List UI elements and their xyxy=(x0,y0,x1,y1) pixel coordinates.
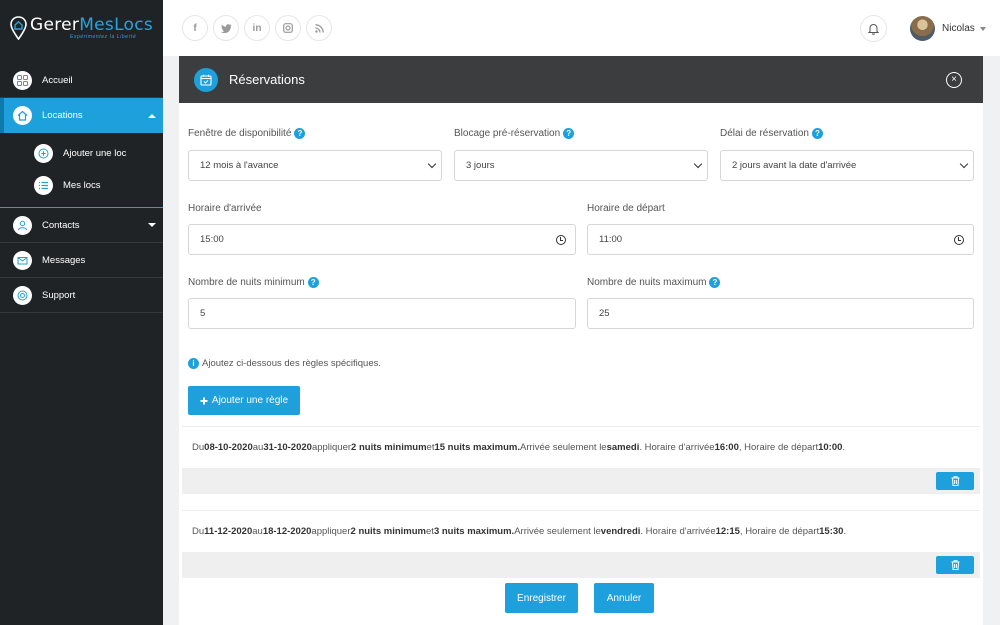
sidebar-item-locations[interactable]: Locations xyxy=(0,98,163,133)
add-rule-button[interactable]: Ajouter une règle xyxy=(188,386,300,415)
help-icon[interactable]: ? xyxy=(709,277,721,288)
user-menu[interactable]: Nicolas xyxy=(910,16,986,41)
envelope-icon xyxy=(13,250,32,270)
departure-time-input[interactable]: 11:00 xyxy=(587,224,974,255)
rule-text: Du 08-10-2020 au 31-10-2020 appliquer 2 … xyxy=(182,426,980,468)
clock-icon xyxy=(954,235,964,245)
clock-icon xyxy=(556,235,566,245)
sidebar: GererMesLocs Expérimentez la Liberté Acc… xyxy=(0,0,163,625)
plus-icon xyxy=(200,397,208,404)
locations-submenu: Ajouter une loc Mes locs xyxy=(0,133,163,208)
sidebar-item-support[interactable]: Support xyxy=(0,278,163,313)
rule-item: Du 08-10-2020 au 31-10-2020 appliquer 2 … xyxy=(182,426,980,494)
page-title: Réservations xyxy=(229,72,305,87)
delete-rule-button[interactable] xyxy=(936,472,974,490)
bell-icon[interactable] xyxy=(860,15,887,42)
panel-header: Réservations × xyxy=(179,56,983,103)
min-nights-input[interactable]: 5 xyxy=(188,298,576,329)
max-nights-input[interactable]: 25 xyxy=(587,298,974,329)
help-icon[interactable]: ? xyxy=(307,277,319,288)
list-icon xyxy=(34,175,53,195)
sidebar-item-messages[interactable]: Messages xyxy=(0,243,163,278)
info-icon: i xyxy=(188,358,199,369)
sidebar-subitem-label: Ajouter une loc xyxy=(63,147,127,159)
chevron-down-icon xyxy=(148,223,156,227)
chevron-down-icon xyxy=(959,159,969,169)
block-select[interactable]: 3 jours xyxy=(454,150,708,181)
plus-circle-icon xyxy=(34,143,53,163)
sidebar-subitem-label: Mes locs xyxy=(63,179,101,191)
sidebar-subitem-ajouter-loc[interactable]: Ajouter une loc xyxy=(0,137,163,169)
linkedin-icon[interactable]: in xyxy=(244,15,270,41)
sidebar-item-label: Locations xyxy=(42,110,83,121)
rule-text: Du 11-12-2020 au 18-12-2020 appliquer 2 … xyxy=(182,510,980,552)
user-name: Nicolas xyxy=(942,23,975,34)
calendar-icon xyxy=(194,67,218,92)
rules-info: i Ajoutez ci-dessous des règles spécifiq… xyxy=(188,358,381,369)
rss-icon[interactable] xyxy=(306,15,332,41)
pin-logo-icon xyxy=(10,16,27,40)
sidebar-item-label: Messages xyxy=(42,254,86,266)
chevron-down-icon xyxy=(979,26,986,31)
rule-item: Du 11-12-2020 au 18-12-2020 appliquer 2 … xyxy=(182,510,980,578)
help-icon[interactable]: ? xyxy=(563,128,575,139)
instagram-icon[interactable] xyxy=(275,15,301,41)
cancel-button[interactable]: Annuler xyxy=(594,583,654,613)
chevron-down-icon xyxy=(693,159,703,169)
grid-icon xyxy=(13,70,32,90)
twitter-icon[interactable] xyxy=(213,15,239,41)
help-icon[interactable]: ? xyxy=(294,128,306,139)
home-icon xyxy=(13,106,32,125)
arrival-label: Horaire d'arrivée xyxy=(188,203,262,214)
chevron-up-icon xyxy=(148,113,156,118)
delete-rule-button[interactable] xyxy=(936,556,974,574)
sidebar-item-label: Support xyxy=(42,289,76,301)
lifebuoy-icon xyxy=(13,285,32,305)
save-button[interactable]: Enregistrer xyxy=(505,583,578,613)
sidebar-item-label: Contacts xyxy=(42,219,80,231)
availability-select[interactable]: 12 mois à l'avance xyxy=(188,150,442,181)
top-bar: f in Nicolas xyxy=(163,0,1000,56)
departure-label: Horaire de départ xyxy=(587,203,665,214)
sidebar-subitem-mes-locs[interactable]: Mes locs xyxy=(0,169,163,201)
availability-label: Fenêtre de disponibilité? xyxy=(188,128,306,139)
close-icon[interactable]: × xyxy=(946,72,962,88)
brand-name: GererMesLocs xyxy=(30,15,154,35)
chevron-down-icon xyxy=(427,159,437,169)
sidebar-item-label: Accueil xyxy=(42,74,73,86)
avatar xyxy=(910,16,935,41)
max-nights-label: Nombre de nuits maximum? xyxy=(587,277,721,288)
social-links: f in xyxy=(182,15,332,41)
trash-icon xyxy=(951,560,959,570)
facebook-icon[interactable]: f xyxy=(182,15,208,41)
arrival-time-input[interactable]: 15:00 xyxy=(188,224,576,255)
help-icon[interactable]: ? xyxy=(811,128,823,139)
sidebar-item-contacts[interactable]: Contacts xyxy=(0,208,163,243)
brand-tagline: Expérimentez la Liberté xyxy=(70,34,137,40)
min-nights-label: Nombre de nuits minimum? xyxy=(188,277,319,288)
delay-select[interactable]: 2 jours avant la date d'arrivée xyxy=(720,150,974,181)
contacts-icon xyxy=(13,215,32,235)
trash-icon xyxy=(951,476,959,486)
block-label: Blocage pré-réservation? xyxy=(454,128,575,139)
delay-label: Délai de réservation? xyxy=(720,128,823,139)
brand-logo[interactable]: GererMesLocs Expérimentez la Liberté xyxy=(0,0,163,56)
sidebar-item-accueil[interactable]: Accueil xyxy=(0,63,163,98)
